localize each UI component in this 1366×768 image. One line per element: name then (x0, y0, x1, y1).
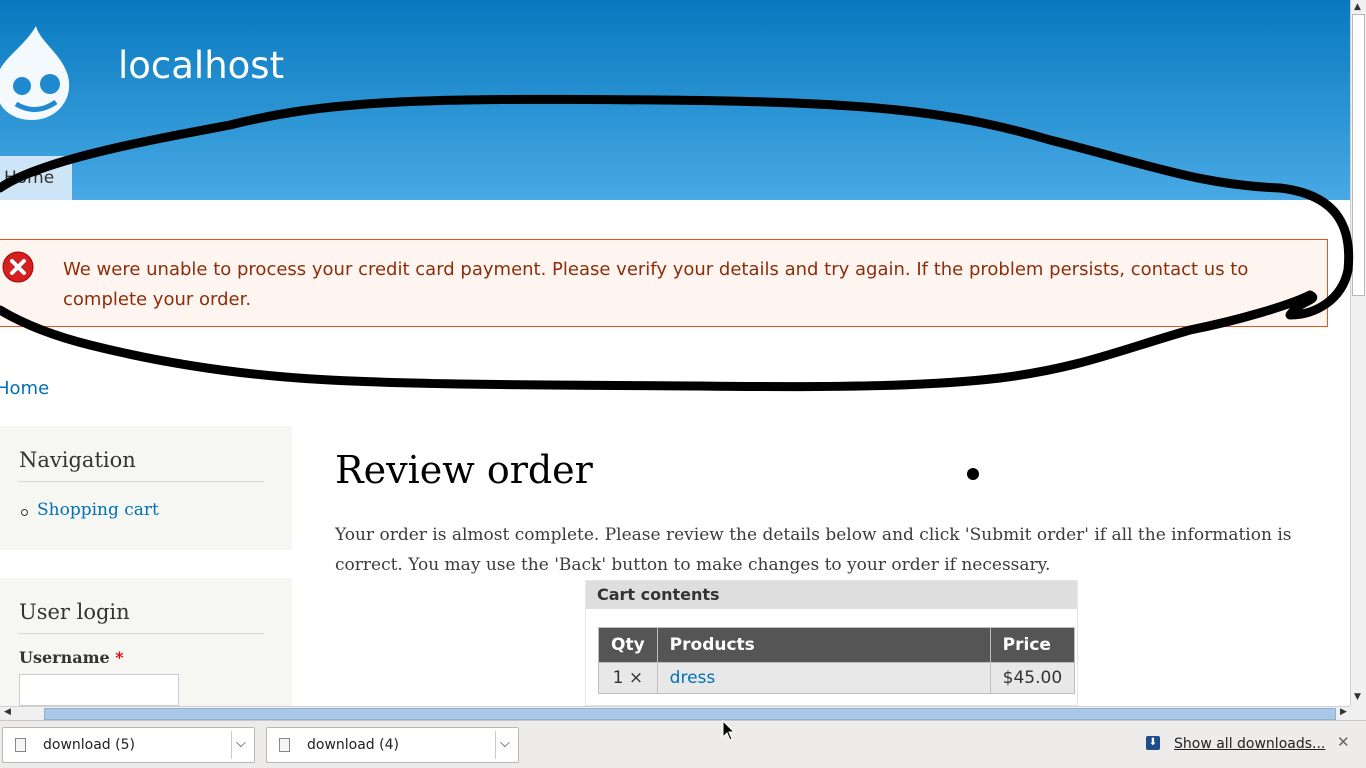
qty-cell: 1 × (598, 662, 658, 694)
download-item-divider (231, 731, 232, 759)
page-title: Review order (335, 448, 593, 492)
user-login-block: User login Username * (0, 578, 292, 706)
table-row: 1 × dress $45.00 (598, 662, 1076, 694)
chevron-down-icon[interactable]: ⌵ (236, 736, 246, 751)
vertical-scroll-thumb[interactable] (1352, 14, 1365, 296)
navigation-block: Navigation Shopping cart (0, 426, 292, 550)
product-cell: dress (656, 662, 991, 694)
vertical-scrollbar[interactable]: ▲ ▼ (1350, 0, 1366, 706)
shopping-cart-link[interactable]: Shopping cart (37, 500, 159, 520)
username-input[interactable] (19, 674, 179, 706)
download-item[interactable]: download (5) ⌵ (2, 727, 255, 763)
cart-contents-legend: Cart contents (586, 581, 1077, 609)
error-message-text: We were unable to process your credit ca… (63, 259, 1249, 310)
cart-table: Qty Products Price 1 × dress $45.00 (598, 627, 1076, 694)
main-menu-home-label: Home (4, 168, 55, 188)
scroll-up-icon[interactable]: ▲ (1354, 2, 1361, 12)
chevron-down-icon[interactable]: ⌵ (500, 736, 510, 751)
scroll-down-icon[interactable]: ▼ (1354, 692, 1361, 702)
price-header: Price (989, 627, 1076, 663)
required-marker: * (115, 648, 124, 667)
error-message: We were unable to process your credit ca… (0, 239, 1328, 327)
error-icon (2, 251, 34, 283)
site-name[interactable]: localhost (118, 44, 284, 87)
site-header: localhost Home (0, 0, 1350, 200)
download-shelf: download (5) ⌵ download (4) ⌵ ⬇ Show all… (0, 720, 1366, 768)
user-login-block-title: User login (19, 600, 130, 624)
close-icon[interactable]: ✕ (1337, 733, 1350, 751)
navigation-block-title: Navigation (19, 448, 136, 472)
show-all-downloads-link[interactable]: Show all downloads... (1174, 736, 1325, 752)
scrollbar-corner (1350, 706, 1366, 720)
cart-table-header-row: Qty Products Price (598, 627, 1076, 663)
download-item[interactable]: download (4) ⌵ (266, 727, 519, 763)
username-label-text: Username (19, 648, 110, 667)
qty-header: Qty (598, 627, 658, 663)
cart-contents-legend-text: Cart contents (597, 585, 720, 604)
navigation-divider (19, 481, 264, 482)
main-menu-home-tab[interactable]: Home (0, 156, 72, 200)
horizontal-scrollbar[interactable]: ◀ ▶ (0, 706, 1350, 720)
mouse-cursor-icon (722, 720, 736, 741)
file-icon (279, 738, 290, 752)
scroll-right-icon[interactable]: ▶ (1340, 707, 1347, 717)
drupal-logo-icon[interactable] (0, 24, 76, 124)
product-link[interactable]: dress (670, 668, 716, 688)
download-arrow-icon: ⬇ (1146, 736, 1160, 750)
browser-viewport: localhost Home We were unable to process… (0, 0, 1350, 706)
review-instructions: Your order is almost complete. Please re… (335, 525, 1292, 575)
price-cell: $45.00 (989, 662, 1076, 694)
products-header: Products (656, 627, 991, 663)
download-item-divider (495, 731, 496, 759)
file-icon (15, 738, 26, 752)
cart-contents-panel: Cart contents Qty Products Price 1 × dre… (585, 580, 1078, 706)
horizontal-scroll-thumb[interactable] (44, 708, 1336, 720)
download-filename: download (5) (43, 737, 135, 753)
list-bullet-icon (21, 509, 28, 516)
scroll-left-icon[interactable]: ◀ (4, 707, 11, 717)
download-filename: download (4) (307, 737, 399, 753)
username-label: Username * (19, 648, 124, 667)
breadcrumb-home-link[interactable]: Home (0, 378, 49, 399)
user-login-divider (19, 633, 264, 634)
